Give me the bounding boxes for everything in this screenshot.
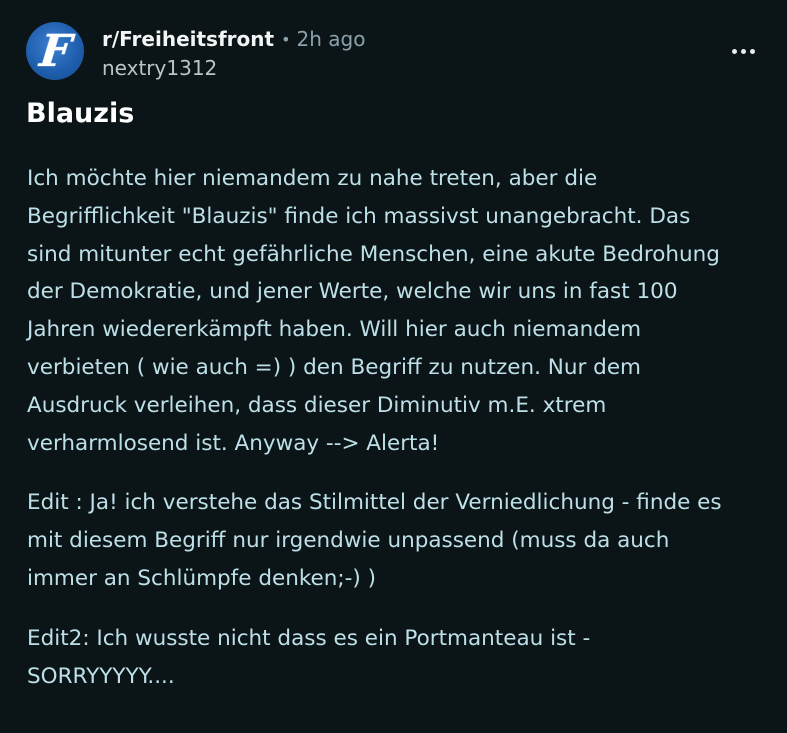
post-title[interactable]: Blauzis [26,94,134,134]
post-body: Ich möchte hier niemandem zu nahe treten… [27,160,777,717]
post-timestamp: 2h ago [296,27,366,51]
post-body-paragraph: Edit : Ja! ich verstehe das Stilmittel d… [27,490,722,591]
post-body-paragraph: Edit2: Ich wusste nicht dass es ein Port… [27,625,591,689]
post-card: F r/Freiheitsfront • 2h ago nextry1312 B… [0,0,787,733]
post-meta-line: r/Freiheitsfront • 2h ago [102,26,365,52]
subreddit-avatar-letter: F [37,26,75,77]
more-horizontal-icon [731,48,737,54]
post-body-paragraph: Ich möchte hier niemandem zu nahe treten… [27,166,720,456]
more-horizontal-icon-dot [740,48,746,54]
author-link[interactable]: nextry1312 [102,56,365,80]
post-meta: r/Freiheitsfront • 2h ago nextry1312 [102,26,365,80]
subreddit-avatar[interactable]: F [26,22,84,80]
more-options-button[interactable] [726,38,760,64]
post-header: F r/Freiheitsfront • 2h ago nextry1312 [26,20,766,82]
subreddit-link[interactable]: r/Freiheitsfront [102,27,274,51]
meta-separator: • [281,29,291,49]
more-horizontal-icon-dot [749,48,755,54]
